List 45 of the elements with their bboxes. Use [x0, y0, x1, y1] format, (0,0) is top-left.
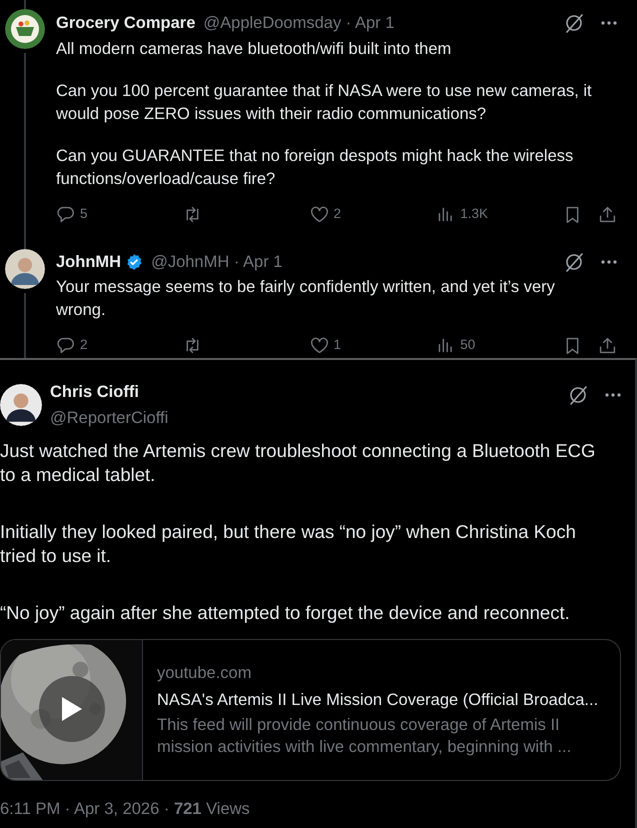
avatar[interactable]: [5, 248, 45, 288]
user-handle: @ReporterCioffi: [50, 408, 168, 430]
user-name: JohnMH: [56, 252, 122, 272]
more-button[interactable]: [605, 392, 621, 396]
views-button[interactable]: 50: [436, 335, 563, 356]
post-text: Can you GUARANTEE that no foreign despots might hack the wireless functions/overload/cause fire?: [56, 146, 574, 190]
post-text: Can you 100 percent guarantee that if NASA were to use new cameras, it would pose ZERO issues with their radio communications?: [56, 81, 593, 125]
more-button[interactable]: [601, 260, 617, 264]
handle-and-date: @AppleDoomsday · Apr 1: [203, 13, 394, 34]
heart-icon: [310, 204, 328, 224]
reply-button[interactable]: 2: [56, 335, 183, 356]
post-text: “No joy” again after she attempted to forget the device and reconnect.: [0, 601, 571, 624]
slashed-circle-icon[interactable]: [567, 384, 589, 406]
share-button[interactable]: [598, 336, 617, 355]
avatar[interactable]: [5, 9, 45, 49]
reply-icon: [56, 204, 75, 224]
more-icon: [605, 392, 621, 396]
handle-and-date: @JohnMH · Apr 1: [151, 252, 282, 272]
user-name: Chris Cioffi: [50, 382, 140, 402]
post-text: Just watched the Artemis crew troubleshoot connecting a Bluetooth ECG to a medical tablet.: [0, 439, 596, 486]
link-domain: youtube.com: [157, 662, 252, 684]
more-button[interactable]: [601, 21, 617, 26]
reply-button[interactable]: 5: [56, 204, 183, 224]
heart-icon: [310, 336, 328, 355]
avatar[interactable]: [0, 384, 42, 426]
post-text: All modern cameras have bluetooth/wifi built into them: [56, 38, 452, 60]
reply-icon: [56, 336, 75, 355]
post-text: Initially they looked paired, but there was “no joy” when Christina Koch tried to use it.: [0, 520, 577, 567]
more-icon: [601, 260, 617, 264]
share-button[interactable]: [598, 204, 617, 224]
slashed-circle-icon[interactable]: [563, 250, 585, 273]
link-card[interactable]: youtube.com NASA's Artemis II Live Mission Coverage (Official Broadca... This feed will provide continuous coverage of Artemis II mission activities with live commentary, beginning with ...: [0, 638, 621, 780]
more-icon: [601, 21, 617, 26]
link-title: NASA's Artemis II Live Mission Coverage (Official Broadca...: [157, 690, 600, 710]
post-timestamp-and-views: 6:11 PM · Apr 3, 2026 · 721 Views: [0, 798, 251, 820]
share-icon: [598, 336, 617, 355]
like-button[interactable]: 1: [310, 335, 436, 356]
play-icon: [61, 696, 83, 722]
like-button[interactable]: 2: [310, 204, 436, 224]
views-button[interactable]: 1.3K: [436, 204, 563, 224]
slashed-circle-icon[interactable]: [563, 12, 585, 34]
user-name: Grocery Compare: [56, 13, 196, 34]
link-description: This feed will provide continuous coverage of Artemis II mission activities with live commentary, beginning with ...: [157, 715, 572, 758]
share-icon: [598, 204, 617, 224]
post-text: Your message seems to be fairly confidently written, and yet it’s very wrong.: [56, 277, 556, 321]
